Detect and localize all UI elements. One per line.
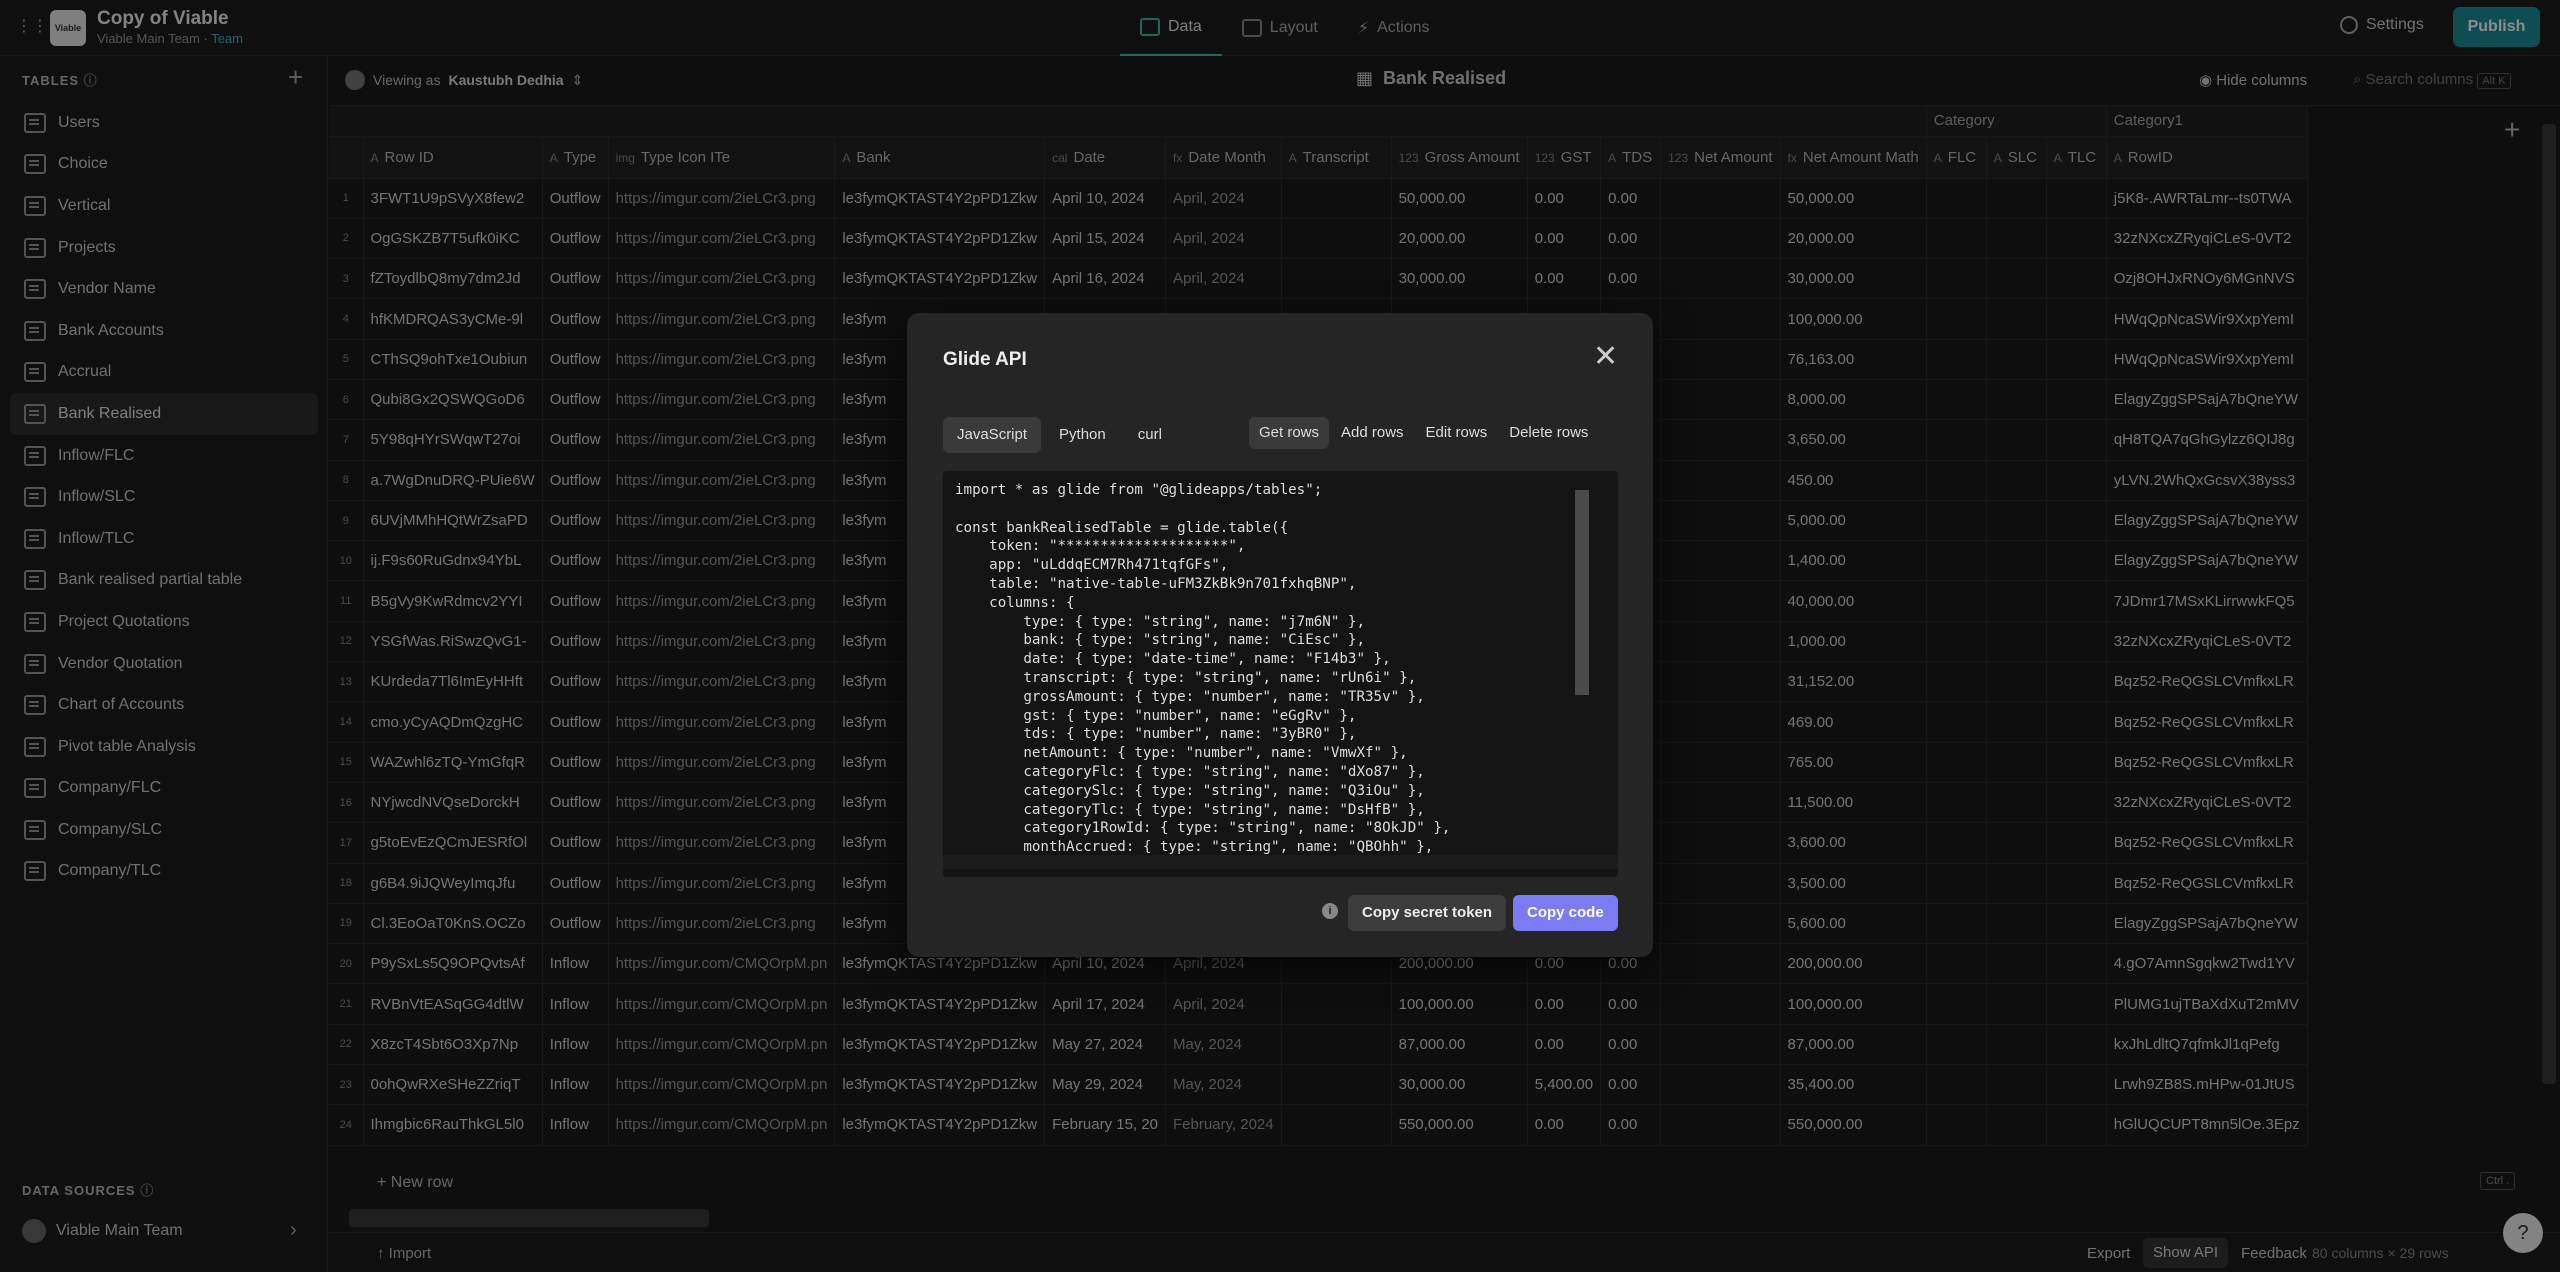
tab-javascript[interactable]: JavaScript xyxy=(943,417,1042,453)
tab-delete-rows[interactable]: Delete rows xyxy=(1499,417,1598,449)
modal-title: Glide API xyxy=(943,349,1027,370)
code-line: table: "native-table-uFM3ZkBk9n701fxhqBN… xyxy=(955,575,1357,592)
copy-secret-token-button[interactable]: Copy secret token xyxy=(1348,895,1507,931)
code-vertical-scrollbar[interactable] xyxy=(1575,490,1589,695)
tab-add-rows[interactable]: Add rows xyxy=(1331,417,1414,449)
code-line: categoryFlc: { type: "string", name: "dX… xyxy=(955,763,1425,780)
info-icon[interactable]: i xyxy=(1322,903,1338,919)
code-line: netAmount: { type: "number", name: "VmwX… xyxy=(955,745,1408,762)
glide-api-modal: Glide API ✕ JavaScript Python curl Get r… xyxy=(907,313,1653,957)
code-horizontal-scrollbar[interactable] xyxy=(943,855,1618,869)
code-line: gst: { type: "number", name: "eGgRv" }, xyxy=(955,707,1357,724)
code-line: type: { type: "string", name: "j7m6N" }, xyxy=(955,613,1365,630)
code-line: bank: { type: "string", name: "CiEsc" }, xyxy=(955,632,1365,649)
operation-tabs: Get rows Add rows Edit rows Delete rows xyxy=(1249,417,1598,449)
code-line: grossAmount: { type: "number", name: "TR… xyxy=(955,688,1425,705)
close-icon[interactable]: ✕ xyxy=(1593,339,1618,374)
tab-curl[interactable]: curl xyxy=(1124,417,1176,453)
language-tabs: JavaScript Python curl xyxy=(943,417,1176,453)
code-line: columns: { xyxy=(955,594,1075,611)
code-line: import * as glide from "@glideapps/table… xyxy=(955,482,1323,498)
code-line: transcript: { type: "string", name: "rUn… xyxy=(955,669,1417,686)
tab-python[interactable]: Python xyxy=(1045,417,1120,453)
code-block[interactable]: import * as glide from "@glideapps/table… xyxy=(943,471,1618,877)
code-line: category1RowId: { type: "string", name: … xyxy=(955,820,1451,837)
code-line: app: "uLddqECM7Rh471tqfGFs", xyxy=(955,557,1229,574)
code-line: tds: { type: "number", name: "3yBR0" }, xyxy=(955,726,1357,743)
tab-edit-rows[interactable]: Edit rows xyxy=(1416,417,1498,449)
copy-code-button[interactable]: Copy code xyxy=(1513,895,1618,931)
code-line: categorySlc: { type: "string", name: "Q3… xyxy=(955,782,1425,799)
code-line: date: { type: "date-time", name: "F14b3"… xyxy=(955,651,1391,668)
code-line: categoryTlc: { type: "string", name: "Ds… xyxy=(955,801,1425,818)
code-line: const bankRealisedTable = glide.table({ xyxy=(955,519,1289,536)
code-line: token: "********************", xyxy=(955,538,1246,555)
tab-get-rows[interactable]: Get rows xyxy=(1249,417,1330,449)
